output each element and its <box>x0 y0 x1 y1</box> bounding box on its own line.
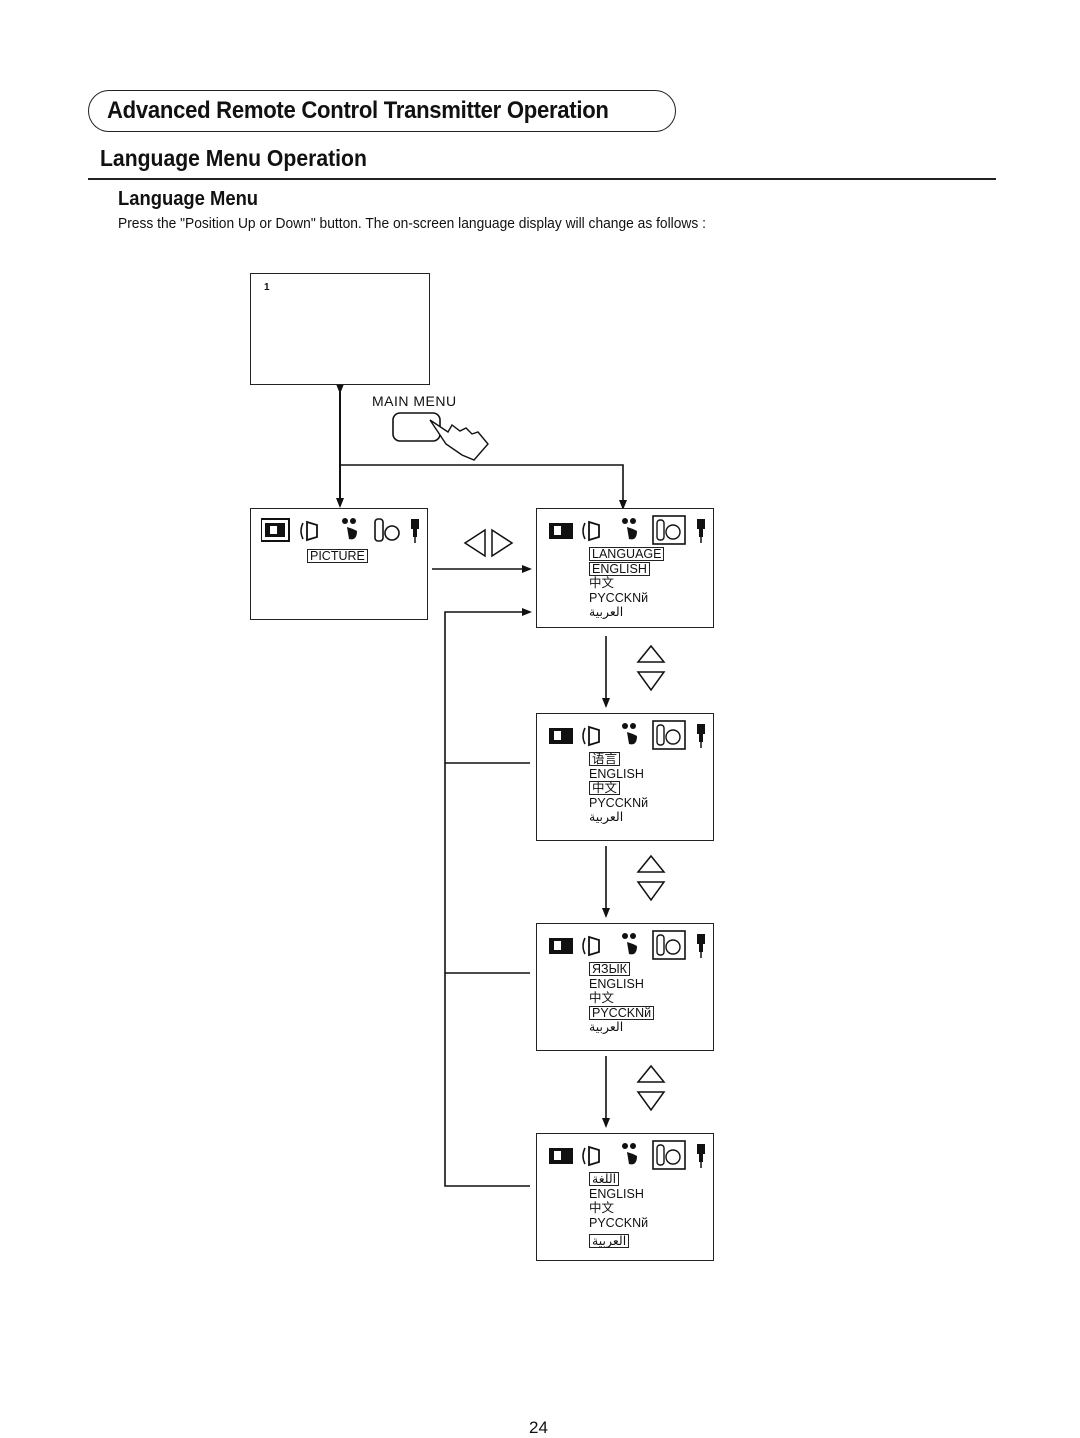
language-option: العربية <box>589 1020 624 1034</box>
sound-icon <box>582 725 600 747</box>
picture-label: PICTURE <box>307 549 368 563</box>
main-menu-screen: PICTURE <box>250 508 428 620</box>
language-header: 语言 <box>589 752 621 766</box>
timer-icon <box>622 933 637 955</box>
menu-icon-row <box>549 720 705 750</box>
tv-screen: 1 <box>250 273 430 385</box>
language-screen-3: ЯЗЫК ENGLISH 中文 PYCCKNй العربية <box>536 923 714 1051</box>
language-option: PYCCKNй <box>589 795 649 810</box>
setup-icon-selected <box>652 1140 686 1170</box>
up-down-buttons-3 <box>636 1064 666 1112</box>
page-number: 24 <box>529 1418 548 1437</box>
down-triangle-icon <box>636 881 666 902</box>
language-option: PYCCKNй <box>589 1215 649 1230</box>
connection-icon <box>697 1144 705 1168</box>
language-option: ENGLISH <box>589 1186 644 1201</box>
pointing-hand-icon <box>429 419 489 461</box>
picture-icon <box>549 728 573 744</box>
down-triangle-icon <box>636 671 666 692</box>
right-triangle-icon <box>491 528 514 558</box>
main-menu-to-language-line <box>340 464 627 510</box>
picture-icon <box>549 938 573 954</box>
timer-icon <box>622 1143 637 1165</box>
language-option: 中文 <box>589 1201 615 1215</box>
language-screen-2: 语言 ENGLISH 中文 PYCCKNй العربية <box>536 713 714 841</box>
main-menu-label: MAIN MENU <box>372 393 457 409</box>
up-triangle-icon <box>636 644 666 663</box>
main-menu-button <box>392 412 441 442</box>
setup-icon-selected <box>652 720 686 750</box>
language-option: 中文 <box>589 576 615 590</box>
picture-icon <box>549 523 573 539</box>
language-option-selected: العربية <box>589 1234 630 1248</box>
menu-icon-row <box>549 515 705 545</box>
language-option: ENGLISH <box>589 976 644 991</box>
language-screen-1: LANGUAGE ENGLISH 中文 PYCCKNй العربية <box>536 508 714 628</box>
left-triangle-icon <box>463 528 486 558</box>
timer-icon <box>342 518 357 540</box>
setup-icon-selected <box>652 515 686 545</box>
return-loop-line <box>444 608 532 1187</box>
menu-icon-row <box>261 518 419 543</box>
menu-icon-row <box>549 930 705 960</box>
language-option-selected: PYCCKNй <box>589 1005 655 1020</box>
language-screen-4: اللغة ENGLISH 中文 PYCCKNй العربية <box>536 1133 714 1261</box>
connection-icon <box>697 519 705 543</box>
connection-icon <box>411 519 419 543</box>
language-option: العربية <box>589 605 624 619</box>
up-triangle-icon <box>636 1064 666 1083</box>
sound-icon <box>582 1145 600 1167</box>
language-option: ENGLISH <box>589 766 644 781</box>
language-header: اللغة <box>589 1172 620 1186</box>
up-down-buttons-1 <box>636 644 666 692</box>
channel-number: 1 <box>264 282 270 293</box>
language-header: ЯЗЫК <box>589 962 630 976</box>
connection-icon <box>697 934 705 958</box>
left-right-buttons <box>463 528 514 558</box>
language-option-selected: ENGLISH <box>589 561 650 576</box>
timer-icon <box>622 518 637 540</box>
down-triangle-icon <box>636 1091 666 1112</box>
sound-icon <box>300 520 318 542</box>
setup-icon <box>374 518 400 542</box>
sound-icon <box>582 935 600 957</box>
language-option: العربية <box>589 810 624 824</box>
menu-icon-row <box>549 1140 705 1170</box>
picture-icon <box>549 1148 573 1164</box>
language-option: 中文 <box>589 991 615 1005</box>
timer-icon <box>622 723 637 745</box>
up-triangle-icon <box>636 854 666 873</box>
language-option-selected: 中文 <box>589 781 621 795</box>
language-option: PYCCKNй <box>589 590 649 605</box>
sound-icon <box>582 520 600 542</box>
picture-icon <box>261 518 290 542</box>
language-header: LANGUAGE <box>589 547 665 561</box>
connection-icon <box>697 724 705 748</box>
setup-icon-selected <box>652 930 686 960</box>
up-down-buttons-2 <box>636 854 666 902</box>
